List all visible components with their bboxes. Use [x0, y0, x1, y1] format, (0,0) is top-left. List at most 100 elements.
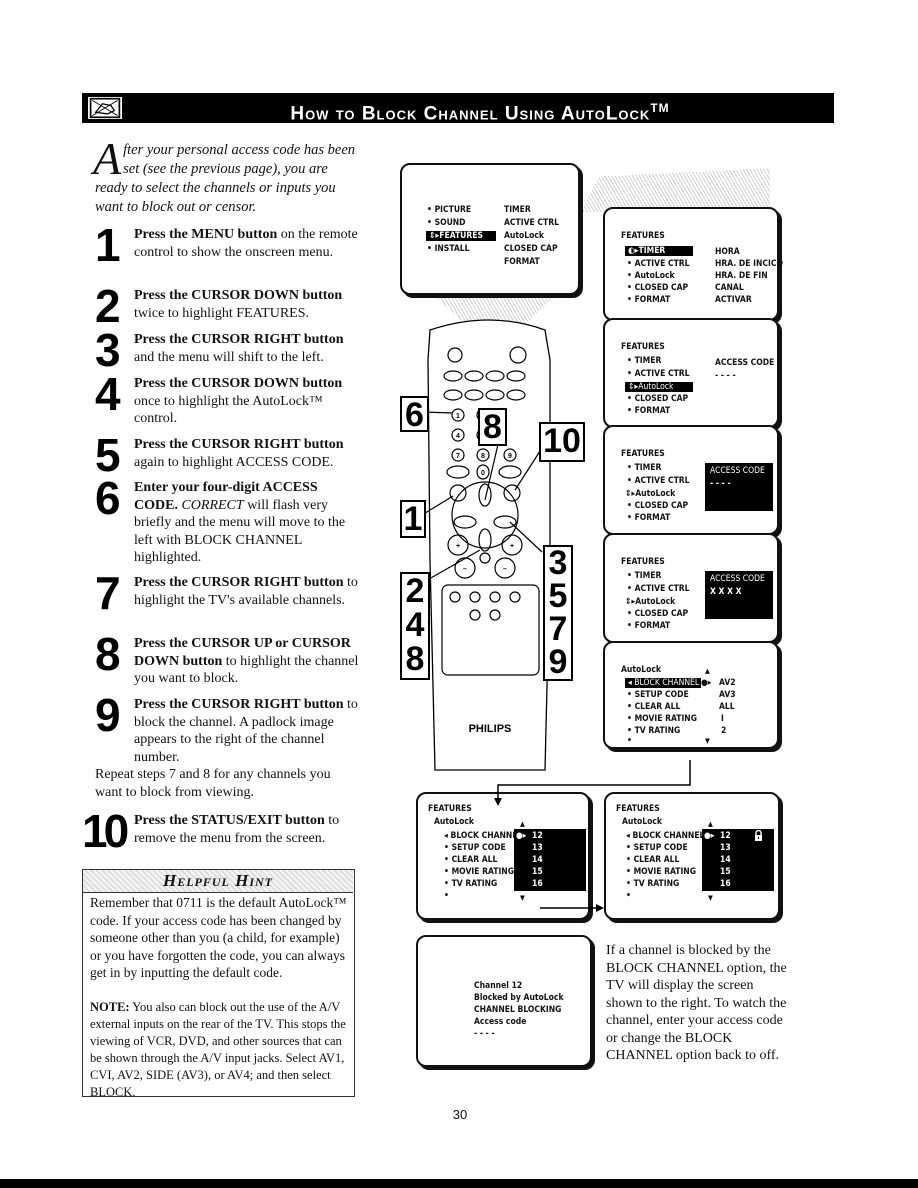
blocked-line: Channel 12 [474, 981, 523, 991]
submenu-item: ACTIVE CTRL [504, 218, 559, 228]
trademark-mark: TM [650, 101, 670, 115]
step-text: Press the MENU button on the remote cont… [134, 227, 358, 260]
step-number: 3 [95, 324, 121, 376]
step-number: 9 [95, 689, 121, 741]
callout-10: 10 [539, 422, 585, 462]
step-6: 6 Enter your four-digit ACCESS CODE. CORR… [95, 475, 365, 567]
intro-text: fter your personal access code has been … [95, 142, 356, 215]
blocked-line: CHANNEL BLOCKING [474, 1005, 562, 1015]
submenu-item: HRA. DE INCICO [715, 259, 783, 269]
access-code-value: - - - - [715, 371, 736, 381]
step-number: 8 [95, 628, 121, 680]
submenu-item: ACTIVAR [715, 295, 752, 305]
tv-screen-access-code-empty: FEATURES TIMER ACTIVE CTRL ⇕▸AutoLock CL… [603, 425, 779, 535]
screen-title: FEATURES [621, 342, 665, 352]
blocked-line: - - - - [474, 1029, 495, 1039]
blocked-channel-explanation: If a channel is blocked by the BLOCK CHA… [606, 943, 787, 1063]
access-code-panel: ACCESS CODE - - - - [705, 463, 773, 511]
tv-screen-main-menu: PICTURE SOUND ⇕▸FEATURES INSTALL TIMER A… [400, 163, 580, 295]
menu-item: CLEAR ALL [627, 702, 681, 712]
cursor-right-icon: ●▸ [701, 678, 712, 688]
submenu-item: HRA. DE FIN [715, 271, 768, 281]
submenu-item: HORA [715, 247, 740, 257]
menu-item: TV RATING [627, 726, 681, 736]
svg-text:–: – [463, 566, 467, 573]
step-text: Press the CURSOR DOWN button once to hig… [134, 376, 343, 426]
menu-item: SETUP CODE [627, 690, 689, 700]
step-7: 7 Press the CURSOR RIGHT button to highli… [95, 570, 365, 616]
access-code-label: ACCESS CODE [715, 358, 775, 368]
submenu-item: AutoLock [504, 231, 545, 241]
callout-8: 8 [478, 408, 507, 446]
step-number: 10 [82, 805, 129, 857]
svg-text:+: + [510, 543, 514, 550]
step-text: Press the CURSOR UP or CURSOR DOWN butto… [134, 636, 359, 686]
menu-item: ACTIVE CTRL [627, 369, 690, 379]
callout-2-4-8: 248 [400, 572, 430, 680]
page-title: How to Block Channel Using AutoLockTM [130, 93, 830, 125]
menu-item-picture: PICTURE [427, 205, 472, 215]
tv-screen-access-code-entered: FEATURES TIMER ACTIVE CTRL ⇕▸AutoLock CL… [603, 533, 779, 643]
option-value: I [721, 714, 724, 724]
menu-item: CLOSED CAP [627, 394, 689, 404]
menu-item: MOVIE RATING [627, 714, 697, 724]
hint-title: Helpful Hint [83, 870, 353, 893]
tv-screen-channel-blocked: Channel 12 Blocked by AutoLock CHANNEL B… [416, 935, 592, 1067]
page-title-text: How to Block Channel Using AutoLock [290, 103, 651, 125]
step-text: Enter your four-digit ACCESS CODE. CORRE… [134, 480, 346, 565]
menu-item: FORMAT [627, 513, 671, 523]
page-number: 30 [452, 1107, 468, 1122]
menu-item: FORMAT [627, 295, 671, 305]
step-number: 6 [95, 472, 121, 524]
svg-text:+: + [456, 543, 460, 550]
menu-item: CLOSED CAP [627, 501, 689, 511]
submenu-item: FORMAT [504, 257, 540, 267]
menu-item: FORMAT [627, 406, 671, 416]
submenu-item: CANAL [715, 283, 744, 293]
repeat-note: Repeat steps 7 and 8 for any channels yo… [95, 767, 331, 800]
screen-title: FEATURES [621, 231, 665, 241]
access-code-value: X X X X [710, 587, 742, 597]
hint-note: NOTE: You also can block out the use of … [90, 1000, 346, 1099]
menu-item-autolock: ⇕▸AutoLock [625, 597, 676, 607]
option-value: AV3 [719, 690, 736, 700]
step-number: 1 [95, 219, 121, 271]
callout-6: 6 [400, 396, 429, 432]
arrow-head-down [494, 798, 502, 806]
step-2: 2 Press the CURSOR DOWN button twice to h… [95, 283, 365, 329]
tv-screen-features-autolock: FEATURES TIMER ACTIVE CTRL ⇕▸AutoLock CL… [603, 318, 779, 428]
callout-1: 1 [400, 500, 426, 538]
scroll-up-arrow: ▲ [705, 667, 710, 675]
access-code-panel: ACCESS CODE X X X X [705, 571, 773, 619]
menu-item: CLOSED CAP [627, 283, 689, 293]
step-5: 5 Press the CURSOR RIGHT button again to … [95, 432, 365, 478]
menu-item: TIMER [627, 571, 662, 581]
option-value: 2 [721, 726, 727, 736]
svg-text:9: 9 [508, 453, 512, 460]
step-text: Press the CURSOR RIGHT button to highlig… [134, 575, 358, 608]
hint-body: Remember that 0711 is the default AutoLo… [90, 895, 347, 980]
intro-paragraph: After your personal access code has been… [93, 136, 360, 217]
menu-item: AutoLock [627, 271, 675, 281]
menu-item-sound: SOUND [427, 218, 466, 228]
blocked-line: Access code [474, 1017, 527, 1027]
tv-screen-features-timer: FEATURES ◐▸TIMER ACTIVE CTRL AutoLock CL… [603, 207, 783, 321]
tv-screen-autolock-menu: AutoLock ▲ ◂ BLOCK CHANNEL SETUP CODE CL… [603, 641, 779, 749]
access-code-label: ACCESS CODE [710, 466, 765, 476]
menu-item: ACTIVE CTRL [627, 584, 690, 594]
menu-item: ACTIVE CTRL [627, 476, 690, 486]
step-text: Press the CURSOR RIGHT button to block t… [134, 697, 358, 765]
step-number: 2 [95, 280, 121, 332]
tv-remote-hand-icon [86, 95, 124, 121]
arrow-head-right [596, 904, 604, 912]
blocked-line: Blocked by AutoLock [474, 993, 564, 1003]
menu-item: ACTIVE CTRL [627, 259, 690, 269]
screen-title: FEATURES [621, 449, 665, 459]
screen-title: FEATURES [621, 557, 665, 567]
option-value: ALL [719, 702, 735, 712]
step-text: Press the CURSOR RIGHT button and the me… [134, 332, 344, 365]
access-code-value: - - - - [710, 479, 731, 489]
menu-item: FORMAT [627, 621, 671, 631]
step-text: Press the CURSOR DOWN button twice to hi… [134, 288, 343, 321]
remote-control-illustration: 12 45 789 0 ++ –– PHILIPS 6 8 10 1 248 3… [395, 300, 585, 775]
